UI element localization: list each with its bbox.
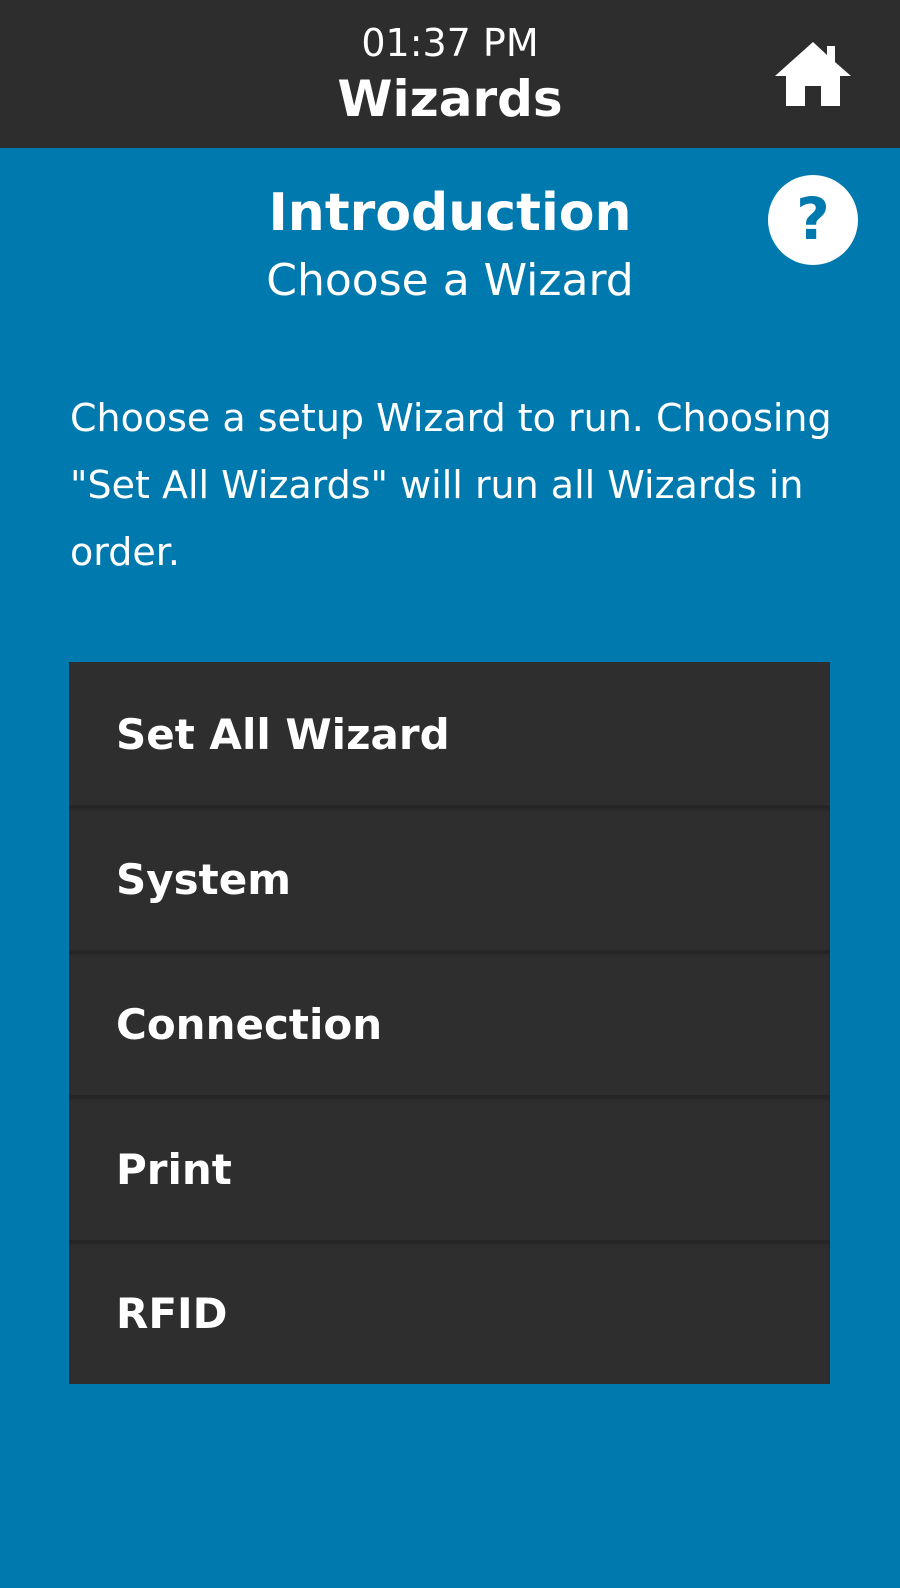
wizard-item-print[interactable]: Print	[69, 1097, 830, 1242]
description-text: Choose a setup Wizard to run. Choosing "…	[70, 396, 832, 574]
help-icon: ?	[796, 185, 830, 253]
wizard-item-rfid[interactable]: RFID	[69, 1242, 830, 1384]
home-icon	[775, 42, 851, 106]
svg-text:?: ?	[796, 185, 830, 253]
page-title: Wizards	[337, 70, 563, 128]
wizard-item-label: System	[116, 855, 291, 904]
wizard-item-label: RFID	[116, 1288, 228, 1338]
wizard-item-label: Set All Wizard	[116, 710, 450, 759]
help-button[interactable]: ?	[768, 175, 858, 265]
wizard-item-system[interactable]: System	[69, 807, 830, 952]
home-button[interactable]	[770, 30, 856, 116]
top-bar: 01:37 PM Wizards	[0, 0, 900, 148]
wizard-item-label: Print	[116, 1145, 232, 1194]
wizard-item-label: Connection	[116, 1000, 383, 1049]
wizard-item-connection[interactable]: Connection	[69, 952, 830, 1097]
clock: 01:37 PM	[361, 21, 539, 65]
wizard-item-set-all[interactable]: Set All Wizard	[69, 662, 830, 807]
section-subheading: Choose a Wizard	[266, 255, 634, 306]
section-heading: Introduction	[268, 183, 632, 243]
wizard-list: Set All Wizard System Connection Print R…	[69, 662, 830, 1384]
